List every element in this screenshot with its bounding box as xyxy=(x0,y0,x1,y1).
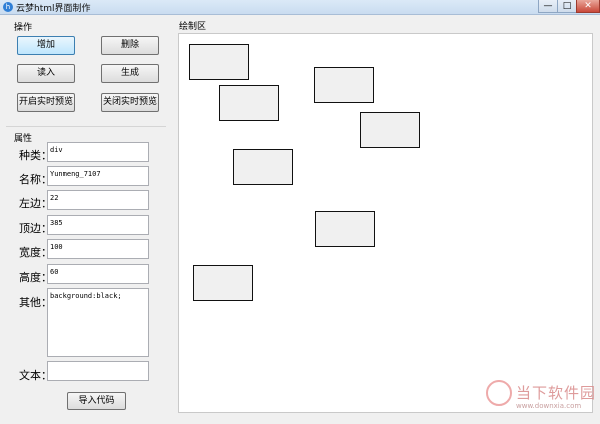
group-divider xyxy=(6,126,166,127)
app-icon: h xyxy=(3,2,13,12)
watermark-logo-icon xyxy=(486,380,512,406)
top-field[interactable]: 385 xyxy=(47,215,149,235)
type-field[interactable]: div xyxy=(47,142,149,162)
maximize-button[interactable]: □ xyxy=(557,0,577,13)
add-button[interactable]: 增加 xyxy=(17,36,75,55)
operations-group-label: 操作 xyxy=(14,23,33,33)
minimize-button[interactable]: — xyxy=(538,0,558,13)
height-field[interactable]: 60 xyxy=(47,264,149,284)
stop-preview-button[interactable]: 关闭实时预览 xyxy=(101,93,159,112)
drawn-element[interactable] xyxy=(193,265,253,301)
window-title: 云梦html界面制作 xyxy=(16,4,91,14)
drawing-canvas[interactable] xyxy=(178,33,593,413)
drawn-element[interactable] xyxy=(315,211,375,247)
watermark-text: 当下软件园 xyxy=(516,384,597,402)
drawn-element[interactable] xyxy=(314,67,374,103)
text-field[interactable] xyxy=(47,361,149,381)
title-bar: h 云梦html界面制作 — □ ✕ xyxy=(0,0,600,15)
close-button[interactable]: ✕ xyxy=(576,0,600,13)
watermark: 当下软件园 www.downxia.com xyxy=(486,378,596,418)
width-field[interactable]: 100 xyxy=(47,239,149,259)
left-field[interactable]: 22 xyxy=(47,190,149,210)
drawn-element[interactable] xyxy=(189,44,249,80)
start-preview-button[interactable]: 开启实时预览 xyxy=(17,93,75,112)
read-button[interactable]: 读入 xyxy=(17,64,75,83)
generate-button[interactable]: 生成 xyxy=(101,64,159,83)
properties-group-label: 属性 xyxy=(14,134,33,144)
delete-button[interactable]: 删除 xyxy=(101,36,159,55)
other-textarea[interactable]: background:black; xyxy=(47,288,149,357)
watermark-url: www.downxia.com xyxy=(516,402,582,410)
drawing-area-label: 绘制区 xyxy=(179,22,207,32)
drawn-element[interactable] xyxy=(360,112,420,148)
drawn-element[interactable] xyxy=(219,85,279,121)
drawn-element[interactable] xyxy=(233,149,293,185)
name-field[interactable]: Yunmeng_7107 xyxy=(47,166,149,186)
import-code-button[interactable]: 导入代码 xyxy=(67,392,126,410)
